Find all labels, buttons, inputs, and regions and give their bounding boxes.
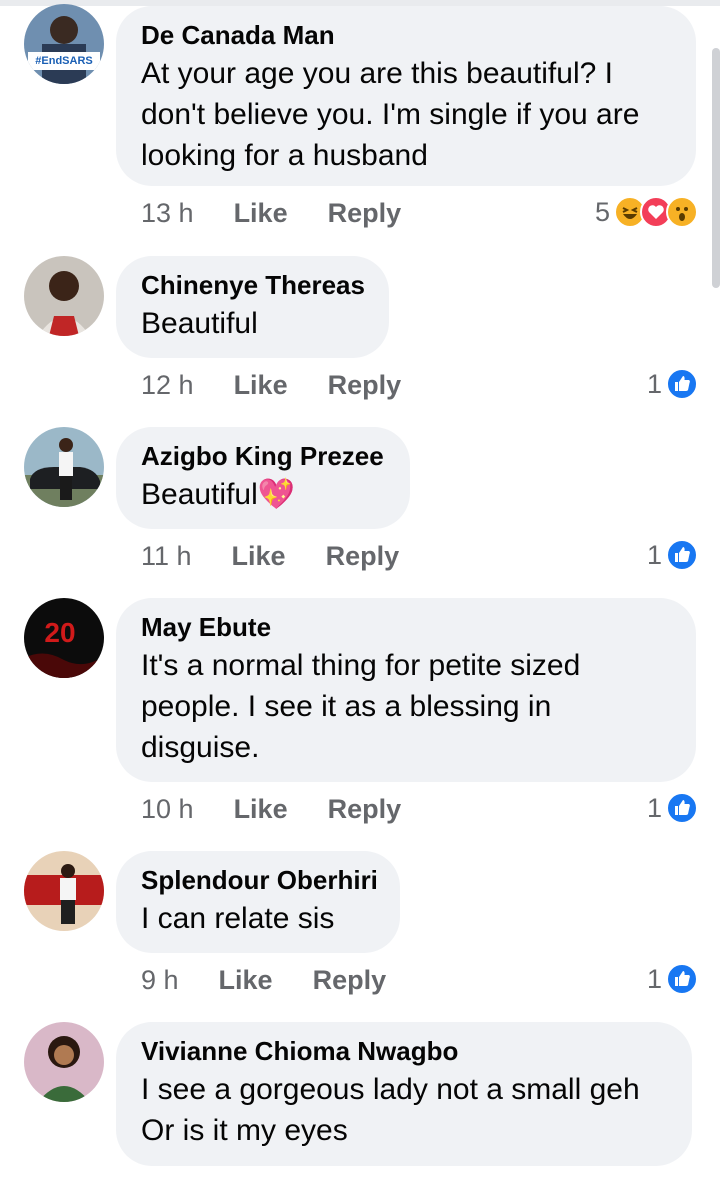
like-button[interactable]: Like [219,965,273,996]
commenter-name[interactable]: De Canada Man [141,20,670,50]
comment-actions: 9 h Like Reply [141,965,386,996]
reaction-count: 5 [594,196,610,227]
reaction-count: 1 [646,963,662,994]
avatar[interactable] [24,1022,104,1102]
avatar[interactable]: 20 [24,598,104,678]
comment-time[interactable]: 11 h [141,541,192,572]
reaction-summary[interactable]: 1 [647,368,698,400]
commenter-name[interactable]: Vivianne Chioma Nwagbo [141,1036,666,1066]
avatar-badge-text: #EndSARS [35,55,92,67]
avatar[interactable] [24,256,104,336]
comment-text: I see a gorgeous lady not a small geh Or… [141,1073,640,1147]
comment-bubble[interactable]: Azigbo King Prezee Beautiful💖 [116,427,410,529]
reply-button[interactable]: Reply [328,198,402,229]
comment-text: At your age you are this beautiful? I do… [141,57,640,172]
reply-button[interactable]: Reply [313,965,387,996]
reaction-summary[interactable]: 1 [647,963,698,995]
reaction-summary[interactable]: 1 [647,792,698,824]
reaction-count: 1 [646,368,662,399]
avatar[interactable] [24,427,104,507]
avatar-badge-text: 20 [44,617,75,648]
comment-actions: 10 h Like Reply [141,794,401,825]
comment-bubble[interactable]: De Canada Man At your age you are this b… [116,6,696,186]
avatar[interactable]: #EndSARS [24,4,104,84]
comment-text: It's a normal thing for petite sized peo… [141,649,581,764]
reaction-summary[interactable]: 1 [647,539,698,571]
like-icon [666,792,698,824]
comment-time[interactable]: 10 h [141,794,194,825]
reply-button[interactable]: Reply [326,541,400,572]
commenter-name[interactable]: Chinenye Thereas [141,270,365,300]
like-button[interactable]: Like [234,370,288,401]
comment-actions: 12 h Like Reply [141,370,401,401]
reply-button[interactable]: Reply [328,370,402,401]
commenter-name[interactable]: Azigbo King Prezee [141,441,384,471]
comment-bubble[interactable]: Vivianne Chioma Nwagbo I see a gorgeous … [116,1022,692,1166]
comment-bubble[interactable]: May Ebute It's a normal thing for petite… [116,598,696,782]
comment-time[interactable]: 12 h [141,370,194,401]
like-button[interactable]: Like [232,541,286,572]
like-icon [666,368,698,400]
comment-time[interactable]: 9 h [141,965,179,996]
commenter-name[interactable]: May Ebute [141,612,670,642]
commenter-name[interactable]: Splendour Oberhiri [141,865,378,895]
reaction-count: 1 [646,792,662,823]
wow-icon [666,196,698,228]
comment-bubble[interactable]: Chinenye Thereas Beautiful [116,256,389,358]
avatar[interactable] [24,851,104,931]
reaction-count: 1 [646,539,662,570]
comment-time[interactable]: 13 h [141,198,194,229]
reaction-summary[interactable]: 5 [595,196,698,228]
comment-text: Beautiful💖 [141,478,296,511]
scrollbar[interactable] [712,48,720,288]
like-icon [666,963,698,995]
comment-bubble[interactable]: Splendour Oberhiri I can relate sis [116,851,400,953]
comment-text: Beautiful [141,307,258,340]
reply-button[interactable]: Reply [328,794,402,825]
like-button[interactable]: Like [234,794,288,825]
like-button[interactable]: Like [234,198,288,229]
comment-actions: 11 h Like Reply [141,541,399,572]
like-icon [666,539,698,571]
comment-actions: 13 h Like Reply [141,198,401,229]
comment-text: I can relate sis [141,902,335,935]
